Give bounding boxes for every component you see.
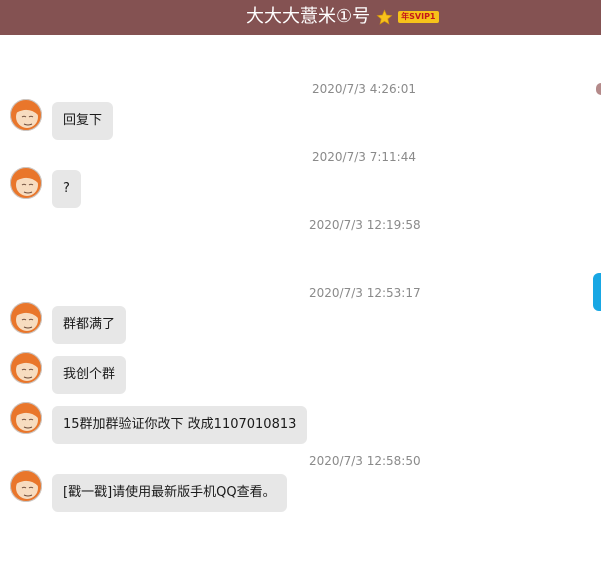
message-bubble[interactable]: 回复下 bbox=[52, 102, 114, 140]
message-timestamp: 2020/7/3 4:26:01 bbox=[312, 82, 416, 96]
message-bubble[interactable]: 15群加群验证你改下 改成1107010813 bbox=[52, 406, 308, 444]
star-icon[interactable] bbox=[376, 9, 393, 26]
message-timestamp: 2020/7/3 7:11:44 bbox=[312, 150, 416, 164]
vip-badge[interactable]: 年SVIP1 bbox=[398, 11, 439, 23]
title-group: 大大大薏米①号 年SVIP1 bbox=[246, 4, 439, 30]
message-timestamp: 2020/7/3 12:19:58 bbox=[309, 218, 421, 232]
message-bubble[interactable]: ? bbox=[52, 170, 81, 208]
title-bar: 大大大薏米①号 年SVIP1 bbox=[0, 0, 601, 35]
message-bubble[interactable]: 群都满了 bbox=[52, 306, 127, 344]
message-bubble[interactable]: [戳一戳]请使用最新版手机QQ查看。 bbox=[52, 474, 287, 512]
side-panel-handle[interactable] bbox=[593, 273, 601, 311]
contact-avatar[interactable] bbox=[10, 99, 42, 131]
message-timestamp: 2020/7/3 12:58:50 bbox=[309, 454, 421, 468]
contact-avatar[interactable] bbox=[10, 470, 42, 502]
contact-avatar[interactable] bbox=[10, 402, 42, 434]
contact-avatar[interactable] bbox=[10, 167, 42, 199]
message-list[interactable]: 2020/7/3 4:26:01 回复下 2020/7/3 7:11:44 ? … bbox=[0, 35, 601, 563]
contact-avatar[interactable] bbox=[10, 302, 42, 334]
contact-avatar[interactable] bbox=[10, 352, 42, 384]
side-panel-edge[interactable] bbox=[596, 83, 601, 95]
contact-name[interactable]: 大大大薏米①号 bbox=[246, 4, 370, 30]
message-bubble[interactable]: 我创个群 bbox=[52, 356, 127, 394]
message-timestamp: 2020/7/3 12:53:17 bbox=[309, 286, 421, 300]
chat-window: 大大大薏米①号 年SVIP1 2020/7/3 4:26:01 回复下 2020… bbox=[0, 0, 601, 563]
